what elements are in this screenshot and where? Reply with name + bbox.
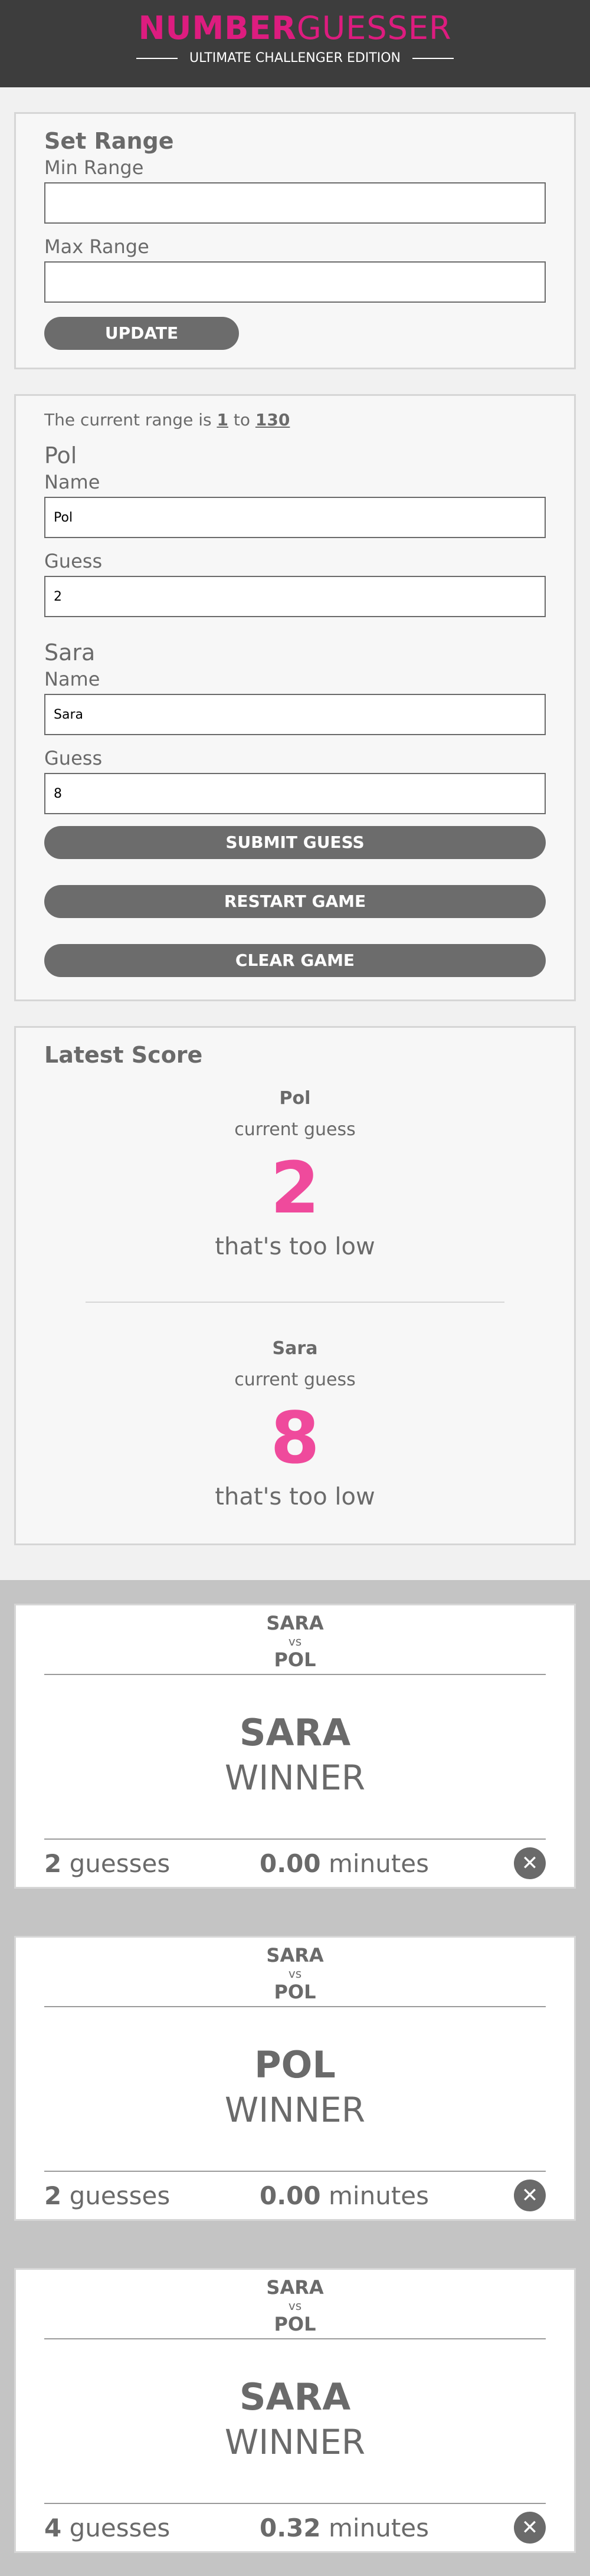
tagline: ULTIMATE CHALLENGER EDITION [0,51,590,65]
close-icon[interactable]: ✕ [514,2512,546,2544]
player1-name-label: Name [44,471,100,493]
player1-name-input[interactable] [44,497,546,538]
player2-guess-label: Guess [44,747,103,769]
card-divider [44,2006,546,2007]
range-prefix: The current range is [44,410,212,430]
card-guesses-label: guesses [69,1849,171,1878]
range-min-value: 1 [217,410,228,430]
player1-guess-label: Guess [44,550,103,572]
player2-guess-input[interactable] [44,773,546,814]
set-range-panel: Set Range Min Range Max Range UPDATE [14,112,576,369]
logo-number: NUMBER [138,9,297,47]
card-winner-label: WINNER [224,1758,366,1798]
card-guesses: 2 guesses [44,1849,260,1878]
player1-heading: Pol [44,443,77,468]
card-minutes-value: 0.00 [260,1849,321,1878]
current-range-text: The current range is 1 to 130 [44,410,546,430]
app-header: NUMBERGUESSER ULTIMATE CHALLENGER EDITIO… [0,0,590,87]
controls-area: Set Range Min Range Max Range UPDATE The… [0,87,590,1580]
result-card: SARA vs POL SARA WINNER 2 guesses 0.00 m… [14,1604,576,1889]
card-minutes-label: minutes [329,2513,430,2542]
card-divider [44,2338,546,2339]
card-footer: 2 guesses 0.00 minutes ✕ [44,1838,546,1887]
tagline-rule-left [136,57,178,59]
score-guess-value: 8 [270,1398,320,1480]
card-vs: vs [288,1967,302,1981]
clear-game-button[interactable]: CLEAR GAME [44,944,546,977]
card-guesses-label: guesses [69,2513,171,2542]
score-current-guess-label: current guess [234,1119,356,1140]
game-history: SARA vs POL SARA WINNER 2 guesses 0.00 m… [0,1580,590,2553]
card-guesses-count: 4 [44,2513,62,2542]
card-minutes: 0.00 minutes [260,2181,514,2210]
close-icon[interactable]: ✕ [514,1847,546,1879]
card-guesses-label: guesses [69,2181,171,2210]
score-verdict: that's too low [215,1233,375,1260]
max-range-label: Max Range [44,235,149,258]
close-icon[interactable]: ✕ [514,2180,546,2211]
card-minutes-label: minutes [329,1849,430,1878]
card-guesses-count: 2 [44,2181,62,2210]
tagline-rule-right [412,57,454,59]
card-footer: 4 guesses 0.32 minutes ✕ [44,2503,546,2551]
card-player1: SARA [266,1612,324,1634]
player2-name-label: Name [44,668,100,690]
card-minutes-label: minutes [329,2181,430,2210]
restart-game-button[interactable]: RESTART GAME [44,885,546,918]
card-guesses: 4 guesses [44,2513,260,2542]
player1-guess-input[interactable] [44,576,546,617]
score-player-name: Pol [279,1088,311,1109]
app-logo: NUMBERGUESSER [0,9,590,47]
submit-guess-button[interactable]: SUBMIT GUESS [44,826,546,859]
card-guesses: 2 guesses [44,2181,260,2210]
card-winner-label: WINNER [224,2090,366,2130]
latest-score-panel: Latest Score Pol current guess 2 that's … [14,1026,576,1545]
card-winner-name: SARA [239,1711,351,1754]
card-guesses-count: 2 [44,1849,62,1878]
card-footer: 2 guesses 0.00 minutes ✕ [44,2171,546,2219]
set-range-title: Set Range [44,128,174,154]
score-current-guess-label: current guess [234,1369,356,1390]
card-divider [44,1674,546,1675]
max-range-input[interactable] [44,261,546,303]
score-verdict: that's too low [215,1483,375,1510]
card-minutes: 0.32 minutes [260,2513,514,2542]
card-player2: POL [274,2313,316,2335]
min-range-label: Min Range [44,156,144,179]
player2-heading: Sara [44,640,96,666]
card-winner-label: WINNER [224,2422,366,2462]
update-button[interactable]: UPDATE [44,317,239,350]
card-minutes-value: 0.32 [260,2513,321,2542]
guess-panel: The current range is 1 to 130 Pol Name G… [14,394,576,1001]
logo-guesser: GUESSER [296,9,452,47]
player2-name-input[interactable] [44,694,546,735]
card-winner-name: SARA [239,2375,351,2418]
score-entry-player2: Sara current guess 8 that's too low [44,1338,546,1510]
tagline-text: ULTIMATE CHALLENGER EDITION [189,51,401,65]
card-player1: SARA [266,1944,324,1967]
range-max-value: 130 [255,410,290,430]
result-card: SARA vs POL SARA WINNER 4 guesses 0.32 m… [14,2268,576,2553]
card-minutes: 0.00 minutes [260,1849,514,1878]
card-player2: POL [274,1981,316,2003]
score-divider [86,1302,504,1303]
card-winner-name: POL [254,2043,336,2086]
card-minutes-value: 0.00 [260,2181,321,2210]
score-guess-value: 2 [270,1148,320,1230]
card-vs: vs [288,2299,302,2313]
card-player2: POL [274,1648,316,1671]
result-card: SARA vs POL POL WINNER 2 guesses 0.00 mi… [14,1936,576,2221]
card-vs: vs [288,1634,302,1648]
card-player1: SARA [266,2276,324,2299]
range-to: to [233,410,250,430]
min-range-input[interactable] [44,182,546,224]
latest-score-title: Latest Score [44,1042,203,1068]
score-player-name: Sara [272,1338,318,1359]
score-entry-player1: Pol current guess 2 that's too low [44,1088,546,1260]
